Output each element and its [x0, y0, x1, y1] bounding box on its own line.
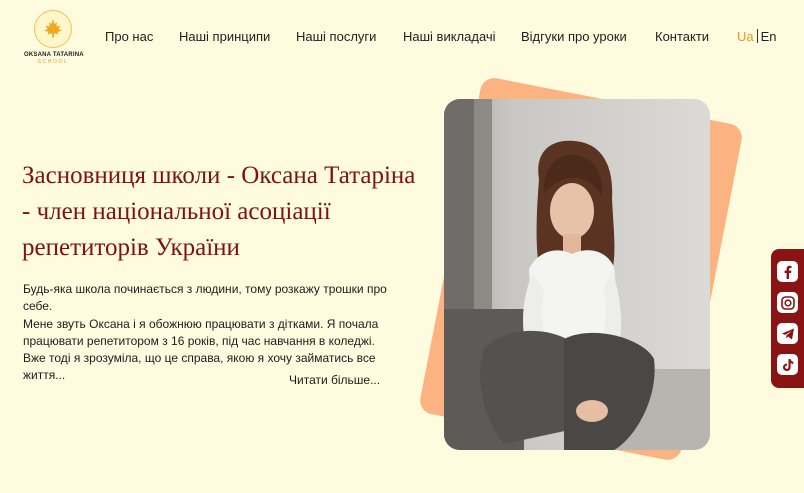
language-switcher: Ua En [737, 29, 777, 44]
nav-services[interactable]: Наші послуги [296, 29, 376, 44]
founder-photo [444, 99, 710, 450]
hero-title: Засновниця школи - Оксана Татаріна - чле… [22, 162, 416, 261]
nav-about[interactable]: Про нас [105, 29, 153, 44]
lang-en[interactable]: En [761, 29, 777, 44]
maple-leaf-icon [34, 10, 72, 48]
read-more-link[interactable]: Читати більше... [289, 373, 380, 387]
nav-contacts[interactable]: Контакти [655, 29, 709, 44]
lang-divider [756, 29, 758, 43]
telegram-icon[interactable] [777, 323, 798, 344]
facebook-icon[interactable] [777, 261, 798, 282]
nav-principles[interactable]: Наші принципи [179, 29, 270, 44]
nav-reviews[interactable]: Відгуки про уроки [521, 29, 627, 44]
intro-text: Будь-яка школа починається з людини, том… [23, 281, 398, 385]
logo-name: OKSANA TATARINA [24, 52, 84, 58]
nav-teachers[interactable]: Наші викладачі [403, 29, 496, 44]
instagram-icon[interactable] [777, 292, 798, 313]
tiktok-icon[interactable] [777, 354, 798, 375]
social-bar [771, 249, 804, 388]
intro-line: Будь-яка школа починається з людини, том… [23, 282, 387, 314]
logo-sub: SCHOOL [37, 59, 69, 65]
logo[interactable]: OKSANA TATARINA SCHOOL [24, 10, 84, 65]
lang-ua[interactable]: Ua [737, 29, 754, 44]
